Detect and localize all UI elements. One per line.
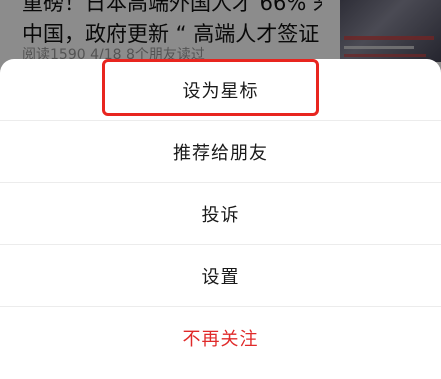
- unfollow-label: 不再关注: [182, 329, 259, 350]
- recommend-to-friend-label: 推荐给朋友: [173, 142, 268, 164]
- set-star-label: 设为星标: [182, 80, 259, 102]
- settings-button[interactable]: 设置: [0, 245, 441, 307]
- action-sheet: 设为星标 推荐给朋友 投诉 设置 不再关注: [0, 59, 441, 379]
- report-label: 投诉: [201, 204, 240, 226]
- recommend-to-friend-button[interactable]: 推荐给朋友: [0, 121, 441, 183]
- settings-label: 设置: [201, 266, 240, 288]
- unfollow-button[interactable]: 不再关注: [0, 307, 441, 369]
- report-button[interactable]: 投诉: [0, 183, 441, 245]
- set-star-button[interactable]: 设为星标: [0, 59, 441, 121]
